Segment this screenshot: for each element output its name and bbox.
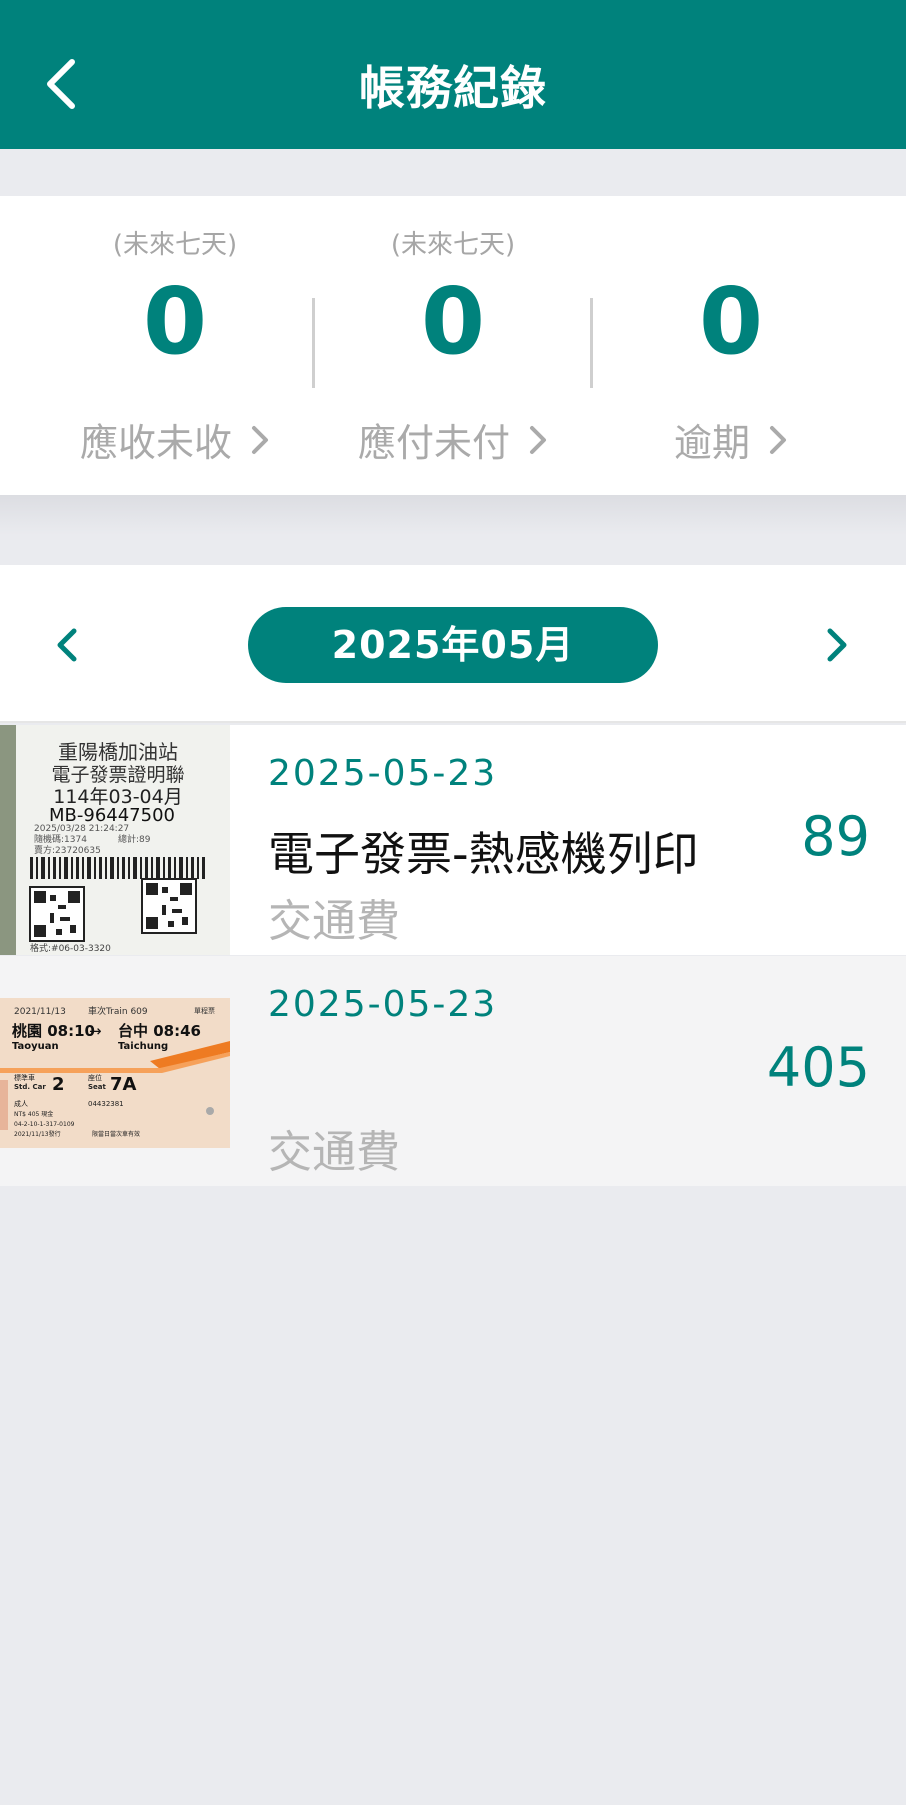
- ticket-line: 標準車: [14, 1073, 35, 1082]
- record-description: 電子發票-熱感機列印: [268, 827, 699, 881]
- chevron-right-icon: [252, 425, 268, 454]
- summary-shadow: [0, 495, 906, 535]
- payable-count: 0: [420, 268, 485, 375]
- chevron-right-icon: [827, 628, 847, 662]
- overdue-link[interactable]: 逾期: [591, 412, 871, 467]
- ticket-line: 桃園 08:10: [12, 1022, 95, 1040]
- ticket-line: Seat: [88, 1083, 107, 1091]
- chevron-right-icon: [770, 425, 786, 454]
- receipt-thumbnail: 重陽橋加油站 電子發票證明聯 114年03-04月 MB-96447500 20…: [0, 725, 230, 955]
- record-category: 交通費: [268, 1127, 400, 1178]
- record-date: 2025-05-23: [268, 984, 498, 1025]
- receipt-line: 電子發票證明聯: [51, 764, 184, 786]
- ticket-line: 04432381: [88, 1100, 124, 1108]
- ticket-line: Std. Car: [14, 1083, 46, 1091]
- summary-panel: (未來七天) 0 應收未收 (未來七天) 0 應付未付 0 逾期: [0, 196, 906, 495]
- chevron-left-icon: [57, 628, 77, 662]
- current-month-button[interactable]: 2025年05月: [248, 607, 658, 683]
- receivable-summary: (未來七天) 0 應收未收: [35, 196, 315, 495]
- ticket-line: Taoyuan: [12, 1041, 59, 1052]
- receivable-label: 應收未收: [79, 421, 232, 465]
- ticket-line: 2: [52, 1074, 65, 1095]
- overdue-count: 0: [698, 268, 763, 375]
- ticket-line: 單程票: [194, 1006, 215, 1015]
- record-item[interactable]: 重陽橋加油站 電子發票證明聯 114年03-04月 MB-96447500 20…: [0, 725, 906, 955]
- ticket-line: 2021/11/13: [14, 1007, 66, 1017]
- train-ticket-thumbnail: 2021/11/13 車次Train 609 單程票 桃園 08:10 Taoy…: [0, 956, 230, 1186]
- next-month-button[interactable]: [822, 625, 852, 665]
- previous-month-button[interactable]: [52, 625, 82, 665]
- ticket-line: 04-2-10-1-317-0109: [14, 1121, 75, 1128]
- payable-note: (未來七天): [390, 230, 516, 260]
- record-item[interactable]: 2021/11/13 車次Train 609 單程票 桃園 08:10 Taoy…: [0, 956, 906, 1186]
- receipt-line: 2025/03/28 21:24:27: [34, 824, 129, 834]
- ticket-line: 限當日當次車有效: [92, 1130, 140, 1138]
- receivable-link[interactable]: 應收未收: [35, 412, 315, 467]
- chevron-right-icon: [530, 425, 546, 454]
- receipt-line: 重陽橋加油站: [58, 740, 178, 764]
- ticket-line: 2021/11/13發行: [14, 1130, 61, 1138]
- overdue-label: 逾期: [673, 421, 750, 465]
- ticket-line: 7A: [110, 1074, 137, 1095]
- page-title: 帳務紀錄: [359, 61, 547, 115]
- receivable-count: 0: [142, 268, 207, 375]
- ticket-line: 成人: [14, 1099, 28, 1108]
- payable-label: 應付未付: [357, 421, 510, 465]
- payable-summary: (未來七天) 0 應付未付: [313, 196, 593, 495]
- overdue-summary: 0 逾期: [591, 196, 871, 495]
- record-amount: 405: [766, 1036, 870, 1099]
- ticket-line: Taichung: [118, 1041, 168, 1052]
- receipt-line: 總計:89: [118, 833, 151, 845]
- receipt-line: 格式:#06-03-3320: [30, 942, 111, 954]
- ticket-line: NT$ 405 現金: [14, 1110, 53, 1118]
- app-header: 帳務紀錄: [0, 0, 906, 149]
- record-category: 交通費: [268, 896, 400, 947]
- ticket-arrow: →: [89, 1022, 102, 1040]
- ticket-line: 車次Train 609: [88, 1005, 148, 1017]
- ticket-line: 台中 08:46: [118, 1022, 201, 1040]
- ticket-line: 座位: [88, 1073, 102, 1082]
- receipt-line: 隨機碼:1374: [34, 833, 87, 845]
- receivable-note: (未來七天): [112, 230, 238, 260]
- receipt-line: MB-96447500: [49, 805, 175, 826]
- record-date: 2025-05-23: [268, 753, 498, 794]
- receipt-line: 賣方:23720635: [34, 844, 101, 856]
- month-navigation: 2025年05月: [0, 565, 906, 723]
- payable-link[interactable]: 應付未付: [313, 412, 593, 467]
- record-amount: 89: [801, 805, 870, 868]
